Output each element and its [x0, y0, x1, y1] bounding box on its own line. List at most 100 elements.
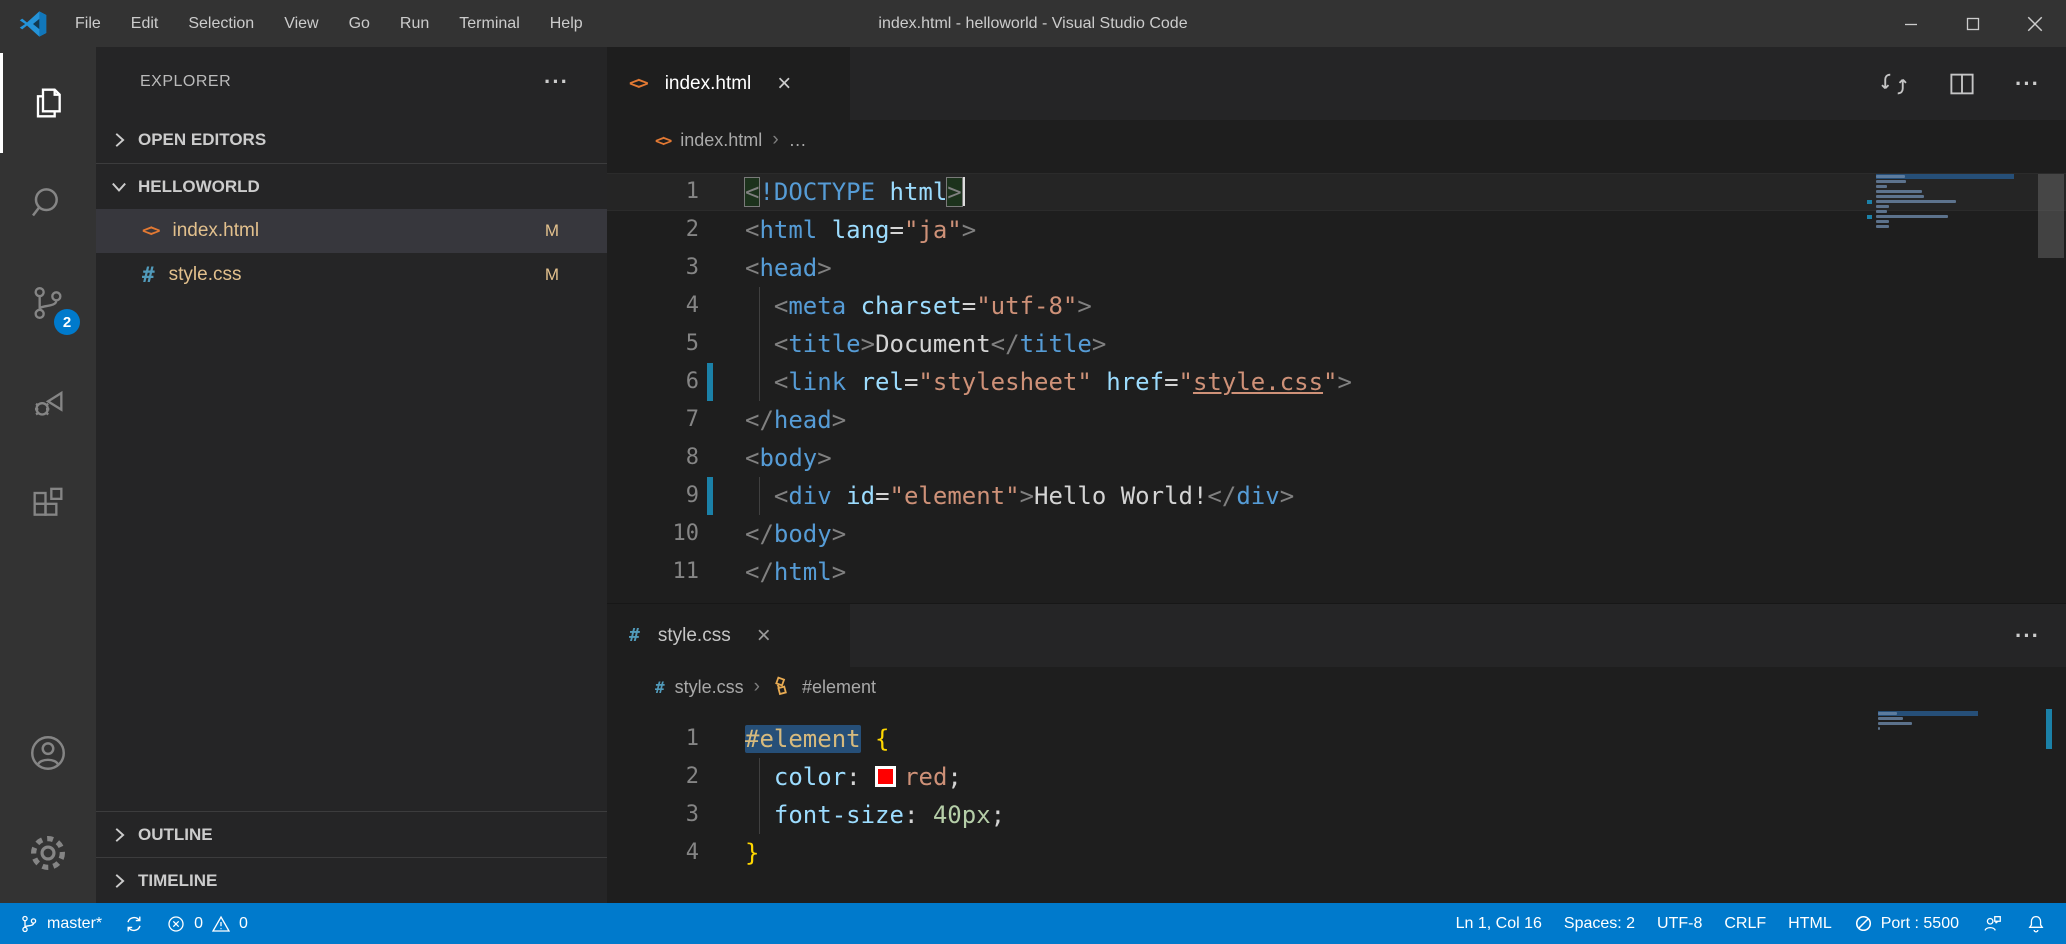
editor-group-html: <> index.html × ··· — [607, 47, 2066, 603]
git-branch-status[interactable]: master* — [8, 903, 113, 944]
close-tab-icon[interactable]: × — [777, 72, 791, 96]
menu-selection[interactable]: Selection — [173, 0, 269, 47]
menu-file[interactable]: File — [60, 0, 116, 47]
scrollbar[interactable] — [2038, 174, 2064, 258]
gear-icon — [27, 832, 69, 874]
code-line-3[interactable]: 3 font-size: 40px; — [607, 796, 2066, 834]
breadcrumb-symbol[interactable]: #element — [802, 677, 876, 698]
account-icon — [27, 732, 69, 774]
extensions-icon — [28, 483, 68, 523]
text-cursor — [962, 177, 965, 206]
line-number: 7 — [607, 401, 699, 439]
breadcrumb-symbol[interactable]: … — [789, 130, 807, 151]
menu-view[interactable]: View — [269, 0, 333, 47]
sidebar-item-style-css[interactable]: #style.cssM — [96, 253, 607, 297]
code-line-6[interactable]: 6 <link rel="stylesheet" href="style.css… — [607, 363, 2066, 401]
activitybar-search[interactable] — [0, 153, 96, 253]
minimize-button[interactable] — [1880, 0, 1942, 47]
code-line-2[interactable]: 2<html lang="ja"> — [607, 211, 2066, 249]
breadcrumb-html: <> index.html › … — [607, 120, 2066, 160]
color-swatch[interactable] — [875, 766, 896, 787]
section-outline[interactable]: OUTLINE — [96, 811, 607, 857]
encoding[interactable]: UTF-8 — [1646, 903, 1713, 944]
activity-bar: 2 — [0, 47, 96, 903]
activitybar-explorer[interactable] — [0, 53, 96, 153]
section-timeline[interactable]: TIMELINE — [96, 857, 607, 903]
maximize-button[interactable] — [1942, 0, 2004, 47]
tab-index-html[interactable]: <> index.html × — [607, 47, 850, 120]
menu-terminal[interactable]: Terminal — [444, 0, 534, 47]
chevron-right-icon — [108, 129, 130, 151]
section-helloworld[interactable]: HELLOWORLD — [96, 163, 607, 209]
circle-slash-icon — [1854, 914, 1873, 933]
problems-status[interactable]: 0 0 — [155, 903, 259, 944]
line-number: 3 — [607, 249, 699, 287]
code-line-11[interactable]: 11</html> — [607, 553, 2066, 591]
open-changes-icon[interactable] — [1879, 69, 1909, 99]
split-editor-icon[interactable] — [1947, 69, 1977, 99]
code-editor-css[interactable]: 1#element {2 color: red;3 font-size: 40p… — [607, 707, 2066, 903]
code-line-8[interactable]: 8<body> — [607, 439, 2066, 477]
feedback-button[interactable] — [1970, 903, 2014, 944]
code-text: <title>Document</title> — [699, 325, 1106, 363]
code-line-1[interactable]: 1<!DOCTYPE html> — [607, 173, 2066, 211]
activitybar-source-control[interactable]: 2 — [0, 253, 96, 353]
css-file-icon: # — [142, 263, 155, 287]
code-line-10[interactable]: 10</body> — [607, 515, 2066, 553]
line-number: 6 — [607, 363, 699, 401]
menu-edit[interactable]: Edit — [116, 0, 174, 47]
more-actions-icon[interactable]: ··· — [2015, 79, 2040, 89]
line-number: 2 — [607, 211, 699, 249]
live-server-port[interactable]: Port : 5500 — [1843, 903, 1970, 944]
vscode-window: FileEditSelectionViewGoRunTerminalHelp i… — [0, 0, 2066, 944]
eol[interactable]: CRLF — [1713, 903, 1777, 944]
css-rule-symbol-icon — [770, 676, 792, 698]
tab-style-css[interactable]: # style.css × — [607, 604, 850, 667]
code-text: <meta charset="utf-8"> — [699, 287, 1092, 325]
code-text: </html> — [699, 553, 846, 591]
menu-run[interactable]: Run — [385, 0, 444, 47]
notifications-button[interactable] — [2014, 903, 2058, 944]
section-open-editors[interactable]: OPEN EDITORS — [96, 117, 607, 163]
more-actions-icon[interactable]: ··· — [2015, 631, 2040, 641]
code-line-4[interactable]: 4 <meta charset="utf-8"> — [607, 287, 2066, 325]
line-number: 8 — [607, 439, 699, 477]
code-text: } — [699, 834, 759, 872]
activitybar-run-debug[interactable] — [0, 353, 96, 453]
code-line-5[interactable]: 5 <title>Document</title> — [607, 325, 2066, 363]
file-name: index.html — [172, 220, 259, 242]
code-line-2[interactable]: 2 color: red; — [607, 758, 2066, 796]
close-button[interactable] — [2004, 0, 2066, 47]
sync-button[interactable] — [113, 903, 155, 944]
branch-icon — [19, 914, 39, 934]
breadcrumb-file[interactable]: index.html — [680, 130, 762, 151]
activitybar-extensions[interactable] — [0, 453, 96, 553]
run-debug-icon — [28, 383, 68, 423]
code-line-3[interactable]: 3<head> — [607, 249, 2066, 287]
sidebar-item-index-html[interactable]: <>index.htmlM — [96, 209, 607, 253]
indentation[interactable]: Spaces: 2 — [1553, 903, 1646, 944]
language-mode[interactable]: HTML — [1777, 903, 1843, 944]
activitybar-settings[interactable] — [0, 803, 96, 903]
activitybar-spacer — [0, 553, 96, 703]
minimap[interactable] — [1878, 711, 1978, 731]
git-modified-gutter — [707, 477, 713, 515]
indent-guide — [759, 287, 760, 325]
files-icon — [28, 83, 68, 123]
more-actions-icon[interactable]: ··· — [544, 77, 569, 87]
code-text: color: red; — [699, 758, 962, 796]
code-line-7[interactable]: 7</head> — [607, 401, 2066, 439]
line-number: 5 — [607, 325, 699, 363]
code-line-1[interactable]: 1#element { — [607, 720, 2066, 758]
activitybar-account[interactable] — [0, 703, 96, 803]
code-line-9[interactable]: 9 <div id="element">Hello World!</div> — [607, 477, 2066, 515]
menu-go[interactable]: Go — [334, 0, 385, 47]
breadcrumb-file[interactable]: style.css — [675, 677, 744, 698]
code-line-4[interactable]: 4} — [607, 834, 2066, 872]
cursor-position[interactable]: Ln 1, Col 16 — [1445, 903, 1553, 944]
code-editor-html[interactable]: 1<!DOCTYPE html>2<html lang="ja">3<head>… — [607, 160, 2066, 603]
minimap[interactable] — [1876, 174, 2014, 229]
close-tab-icon[interactable]: × — [757, 624, 771, 648]
sidebar-explorer: EXPLORER ··· OPEN EDITORS HELLOWORLD <>i… — [96, 47, 607, 903]
menu-help[interactable]: Help — [535, 0, 598, 47]
